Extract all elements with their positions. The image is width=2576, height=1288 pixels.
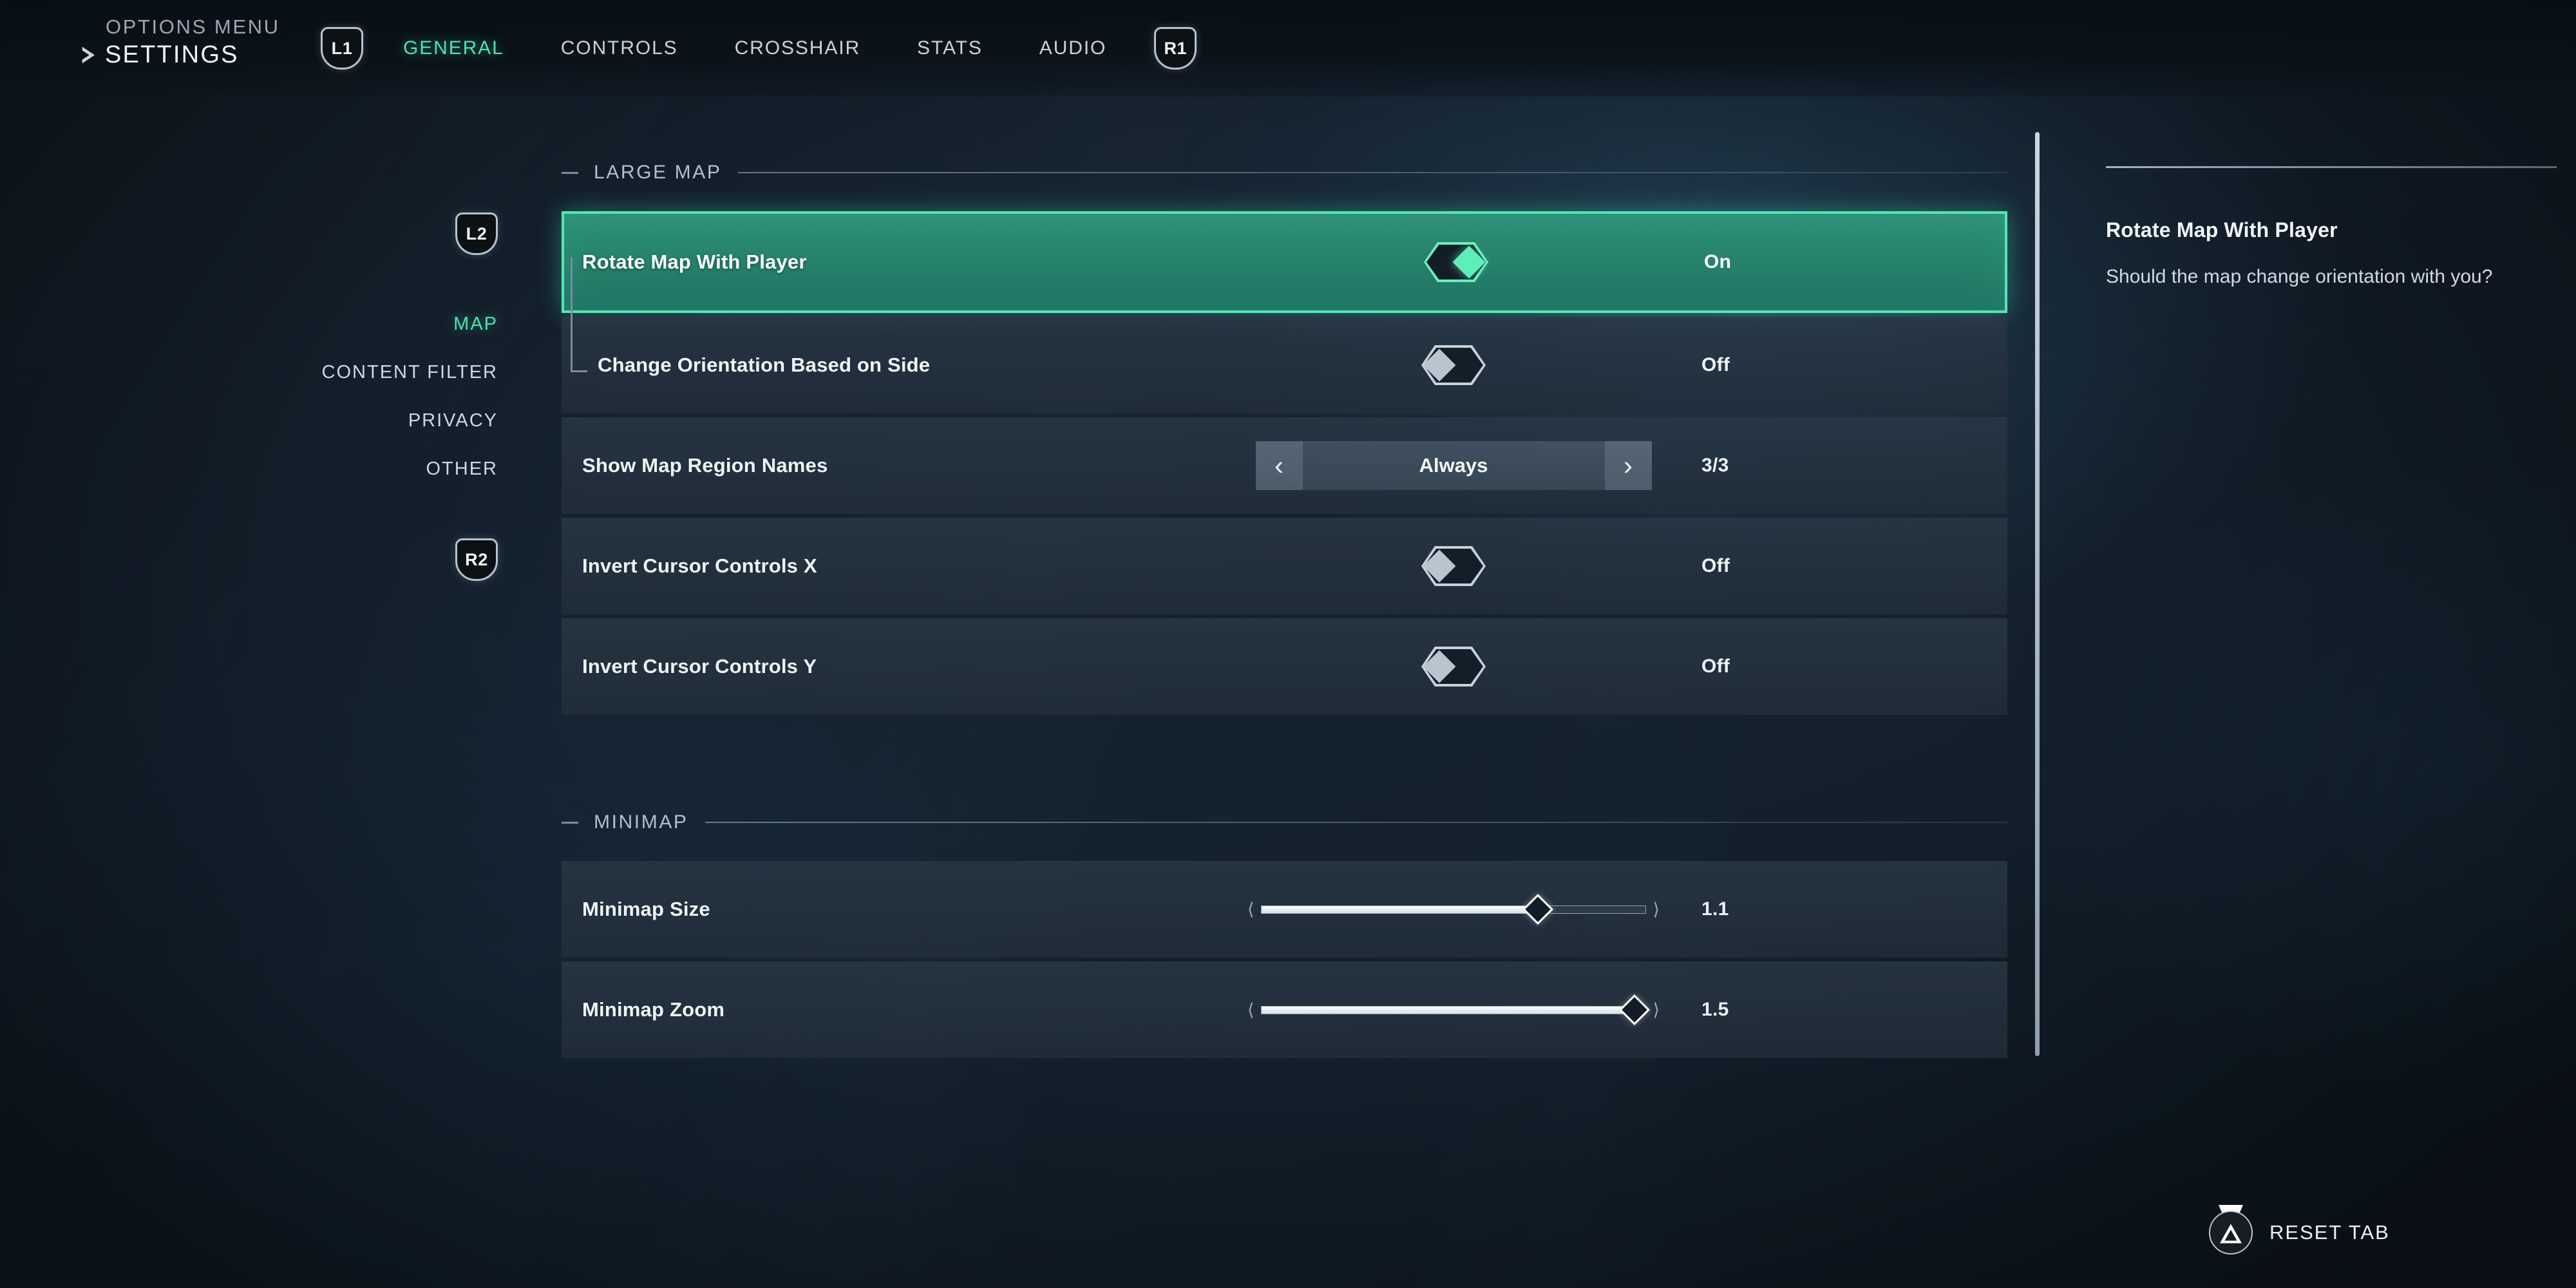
- setting-value: On: [1704, 251, 1732, 272]
- slider-left-cap-icon: ⟨: [1247, 899, 1255, 919]
- section-dash-icon: [562, 821, 578, 824]
- control-zone: [1241, 317, 1666, 413]
- chevron-left-icon[interactable]: ‹: [1255, 441, 1303, 490]
- value-zone: 1.5: [1701, 961, 1729, 1058]
- info-panel-title: Rotate Map With Player: [2106, 218, 2338, 242]
- control-zone: ⟨ ⟩: [1241, 861, 1666, 958]
- setting-value: 1.5: [1701, 999, 1729, 1020]
- button-prompt-circle: [2209, 1211, 2253, 1255]
- setting-label: Change Orientation Based on Side: [598, 354, 931, 376]
- setting-label: Rotate Map With Player: [582, 251, 807, 273]
- value-zone: On: [1704, 214, 1731, 310]
- slider-minimap-zoom[interactable]: ⟨ ⟩: [1247, 994, 1660, 1026]
- setting-value: Off: [1701, 656, 1730, 677]
- slider-minimap-size[interactable]: ⟨ ⟩: [1247, 893, 1660, 925]
- toggle-rotate-map-with-player[interactable]: [1424, 242, 1488, 282]
- slider-track[interactable]: [1260, 994, 1650, 1026]
- info-panel: Rotate Map With Player Should the map ch…: [2106, 166, 2557, 290]
- slider-left-cap-icon: ⟨: [1247, 999, 1255, 1019]
- bumper-badge-icon-l1[interactable]: L1: [321, 27, 363, 70]
- control-zone: [1241, 518, 1666, 614]
- toggle-invert-cursor-controls-y[interactable]: [1421, 647, 1486, 687]
- section-dash-icon: [562, 171, 578, 174]
- sidebar-item-content-filter[interactable]: CONTENT FILTER: [322, 348, 509, 397]
- trigger-badge-icon-r2[interactable]: R2: [455, 538, 498, 581]
- setting-label: Show Map Region Names: [582, 454, 828, 477]
- settings-scrollbar[interactable]: [2035, 132, 2040, 1056]
- setting-row-invert-cursor-controls-x[interactable]: Invert Cursor Controls X Off: [562, 518, 2007, 614]
- reset-tab-button[interactable]: RESET TAB: [2209, 1205, 2390, 1255]
- trigger-badge-label-l2: L2: [466, 223, 488, 243]
- setting-label: Minimap Size: [582, 898, 710, 920]
- section-header-large-map: LARGE MAP: [562, 158, 2007, 187]
- page-title: SETTINGS: [105, 41, 239, 68]
- reset-tab-label: RESET TAB: [2269, 1221, 2390, 1244]
- slider-fill: [1261, 1006, 1634, 1014]
- setting-value: Off: [1701, 555, 1730, 576]
- section-header-minimap: MINIMAP: [562, 808, 2007, 837]
- setting-label: Minimap Zoom: [582, 998, 725, 1021]
- section-rule: [738, 172, 2007, 173]
- slider-track[interactable]: [1260, 893, 1647, 925]
- setting-value: 1.1: [1701, 898, 1729, 920]
- slider-fill: [1261, 905, 1539, 913]
- control-zone: ⟨ ⟩: [1241, 961, 1666, 1058]
- setting-label: Invert Cursor Controls Y: [582, 655, 817, 677]
- section-title-large-map: LARGE MAP: [594, 162, 722, 183]
- control-zone: ‹ Always ›: [1241, 417, 1666, 514]
- trigger-badge-label-r2: R2: [465, 549, 488, 569]
- sidebar-item-privacy[interactable]: PRIVACY: [408, 397, 509, 445]
- toggle-invert-cursor-controls-x[interactable]: [1421, 546, 1486, 586]
- stepper-value: Always: [1419, 454, 1488, 477]
- stepper-show-map-region-names[interactable]: ‹ Always ›: [1255, 441, 1652, 490]
- slider-knob-icon[interactable]: [1522, 893, 1554, 925]
- setting-row-minimap-size[interactable]: Minimap Size ⟨ ⟩ 1.1: [562, 861, 2007, 958]
- toggle-change-orientation-based-on-side[interactable]: [1421, 345, 1486, 385]
- info-panel-rule: [2106, 166, 2557, 168]
- playstation-triangle-icon: [2209, 1205, 2253, 1255]
- settings-list: LARGE MAP Rotate Map With Player On Chan…: [562, 0, 2007, 1062]
- triangle-glyph-icon: [2220, 1224, 2242, 1244]
- info-panel-description: Should the map change orientation with y…: [2106, 266, 2493, 287]
- play-caret-icon: [82, 46, 95, 64]
- trigger-badge-icon-l2[interactable]: L2: [455, 213, 498, 255]
- setting-row-show-map-region-names[interactable]: Show Map Region Names ‹ Always › 3/3: [562, 417, 2007, 514]
- stepper-index: 3/3: [1701, 455, 1729, 476]
- chevron-right-icon[interactable]: ›: [1604, 441, 1652, 490]
- section-rule: [705, 822, 2007, 823]
- setting-row-change-orientation-based-on-side[interactable]: Change Orientation Based on Side Off: [562, 258, 2007, 413]
- sidebar-item-other[interactable]: OTHER: [426, 445, 509, 493]
- value-zone: Off: [1701, 317, 1730, 413]
- setting-row-minimap-zoom[interactable]: Minimap Zoom ⟨ ⟩ 1.5: [562, 961, 2007, 1058]
- tree-connector-icon: [571, 258, 587, 372]
- setting-label: Invert Cursor Controls X: [582, 554, 817, 577]
- control-zone: [1244, 214, 1669, 310]
- sidebar: L2 MAP CONTENT FILTER PRIVACY OTHER R2: [0, 213, 509, 581]
- slider-right-cap-icon: ⟩: [1653, 899, 1660, 919]
- setting-row-rotate-map-with-player[interactable]: Rotate Map With Player On: [562, 211, 2007, 313]
- control-zone: [1241, 618, 1666, 715]
- setting-value: Off: [1701, 354, 1730, 375]
- sidebar-item-map[interactable]: MAP: [453, 300, 509, 348]
- value-zone: 1.1: [1701, 861, 1729, 958]
- value-zone: 3/3: [1701, 417, 1729, 514]
- section-title-minimap: MINIMAP: [594, 811, 688, 833]
- setting-row-invert-cursor-controls-y[interactable]: Invert Cursor Controls Y Off: [562, 618, 2007, 715]
- value-zone: Off: [1701, 518, 1730, 614]
- tab-general[interactable]: GENERAL: [375, 37, 533, 59]
- slider-knob-icon[interactable]: [1618, 994, 1650, 1026]
- bumper-badge-label-l1: L1: [331, 38, 353, 58]
- slider-right-cap-icon: ⟩: [1653, 999, 1660, 1019]
- value-zone: Off: [1701, 618, 1730, 715]
